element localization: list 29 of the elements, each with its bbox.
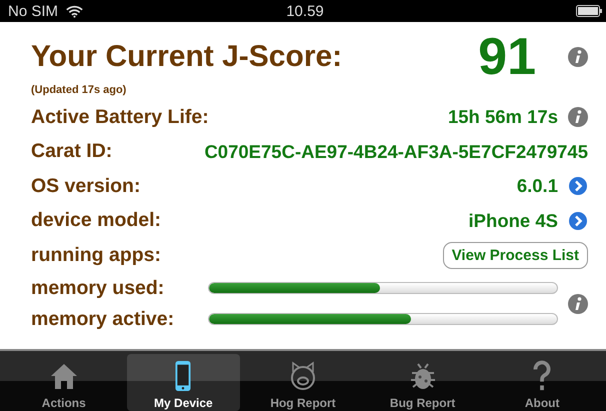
- disclosure-icon[interactable]: [568, 210, 588, 231]
- row-value: 15h 56m 17s: [448, 106, 558, 128]
- disclosure-icon[interactable]: [568, 176, 588, 196]
- score-title: Your Current J-Score:: [31, 40, 344, 74]
- info-icon[interactable]: [568, 47, 588, 67]
- memory-label: memory used:: [31, 276, 166, 300]
- row-label: running apps:: [31, 244, 162, 267]
- info-icon[interactable]: [568, 294, 588, 314]
- row-value: 6.0.1: [516, 175, 558, 198]
- tab[interactable]: Bug Report: [366, 354, 480, 411]
- row-label: Active Battery Life:: [31, 106, 210, 129]
- tab[interactable]: Actions: [7, 354, 121, 411]
- updated-label: (Updated 17s ago): [31, 84, 128, 96]
- tab[interactable]: My Device: [126, 354, 240, 411]
- info-icon[interactable]: [568, 107, 588, 128]
- row-label: OS version:: [31, 174, 142, 198]
- row-label: device model:: [31, 209, 162, 232]
- tab[interactable]: About: [485, 354, 599, 411]
- battery-icon: [576, 5, 602, 17]
- memory-label: memory active:: [31, 308, 176, 330]
- wifi-icon: [66, 4, 84, 18]
- score-value: 91: [478, 27, 536, 87]
- clock-time: 10.59: [286, 2, 324, 20]
- carrier-label: No SIM: [8, 2, 58, 20]
- view-process-list-button[interactable]: View Process List: [442, 242, 588, 269]
- tab[interactable]: Hog Report: [246, 354, 360, 411]
- row-value: C070E75C-AE97-4B24-AF3A-5E7CF2479745: [204, 140, 588, 163]
- row-value: iPhone 4S: [468, 210, 558, 232]
- row-label: Carat ID:: [31, 140, 114, 164]
